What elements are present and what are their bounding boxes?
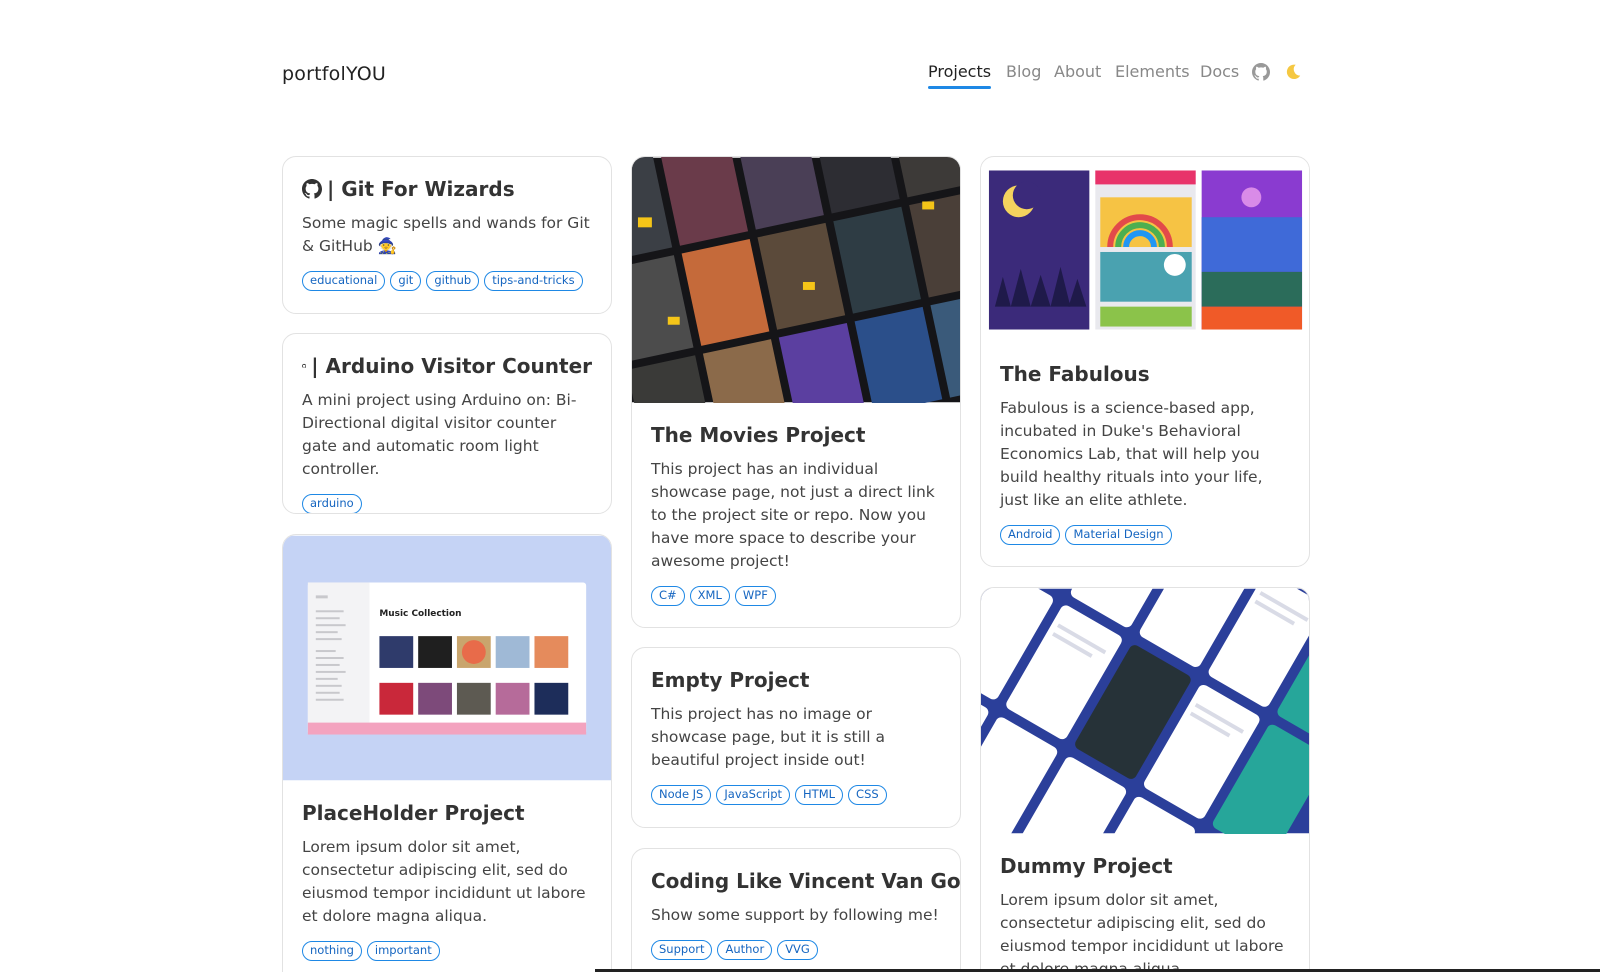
mobile-app-screens-collage — [981, 588, 1309, 834]
tag[interactable]: git — [390, 271, 422, 291]
tag[interactable]: Author — [717, 940, 773, 960]
card-description: Show some support by following me! — [651, 906, 939, 924]
project-card-dummy-project[interactable]: Dummy Project Lorem ipsum dolor sit amet… — [980, 587, 1310, 972]
tag[interactable]: CSS — [848, 785, 887, 805]
fabulous-app-screens — [981, 157, 1309, 342]
card-body: Dummy Project Lorem ipsum dolor sit amet… — [981, 834, 1309, 972]
card-description: This project has an individual showcase … — [651, 460, 935, 570]
tag[interactable]: educational — [302, 271, 386, 291]
tag-list: C# XML WPF — [651, 586, 941, 606]
card-title[interactable]: Coding Like Vincent Van Gogh — [651, 868, 960, 894]
tag-list: nothing important — [302, 941, 592, 961]
brand-logo[interactable]: portfolYOU — [282, 63, 386, 85]
tag[interactable]: Material Design — [1065, 525, 1172, 545]
github-icon — [302, 179, 322, 199]
github-icon — [302, 363, 307, 369]
nav-docs[interactable]: Docs — [1200, 61, 1239, 85]
tag[interactable]: nothing — [302, 941, 362, 961]
tag[interactable]: tips-and-tricks — [484, 271, 583, 291]
tag-list: Android Material Design — [1000, 525, 1290, 545]
project-card-empty-project[interactable]: Empty Project This project has no image … — [631, 647, 961, 828]
tag[interactable]: Node JS — [651, 785, 712, 805]
tag[interactable]: HTML — [795, 785, 844, 805]
navbar: portfolYOU Projects Blog About Elements … — [0, 0, 1600, 150]
tag[interactable]: WPF — [734, 586, 776, 606]
tag-list: arduino — [302, 494, 592, 513]
card-body: Coding Like Vincent Van Gogh Show some s… — [632, 849, 960, 960]
card-body: The Fabulous Fabulous is a science-based… — [981, 342, 1309, 545]
card-description: Lorem ipsum dolor sit amet, consectetur … — [1000, 891, 1284, 972]
card-description: This project has no image or showcase pa… — [651, 705, 885, 769]
card-body: The Movies Project This project has an i… — [632, 403, 960, 606]
nav-about[interactable]: About — [1054, 61, 1101, 85]
card-description: Some magic spells and wands for Git & Gi… — [302, 214, 590, 255]
nav-projects[interactable]: Projects — [928, 61, 992, 89]
tag[interactable]: JavaScript — [716, 785, 791, 805]
tag[interactable]: XML — [689, 586, 730, 606]
moon-icon[interactable] — [1284, 63, 1302, 81]
card-title-text: | Arduino Visitor Counter — [311, 354, 592, 378]
card-title-text: | Git For Wizards — [327, 177, 515, 201]
tag[interactable]: important — [366, 941, 440, 961]
nav-elements[interactable]: Elements — [1115, 61, 1190, 85]
card-title[interactable]: | Arduino Visitor Counter — [302, 353, 592, 379]
project-card-arduino-visitor-counter[interactable]: | Arduino Visitor Counter A mini project… — [282, 333, 612, 514]
card-description: Fabulous is a science-based app, incubat… — [1000, 399, 1263, 509]
music-collection-screenshot: Music Collection — [283, 535, 611, 781]
tag-list: educational git github tips-and-tricks — [302, 271, 592, 291]
project-card-movies-project[interactable]: The Movies Project This project has an i… — [631, 156, 961, 628]
movie-posters-collage — [632, 157, 960, 403]
card-body: Empty Project This project has no image … — [632, 648, 960, 805]
tag-list: Node JS JavaScript HTML CSS — [651, 785, 941, 805]
project-card-git-for-wizards[interactable]: | Git For Wizards Some magic spells and … — [282, 156, 612, 314]
tag[interactable]: Android — [1000, 525, 1061, 545]
card-title[interactable]: Empty Project — [651, 667, 941, 693]
card-body: | Arduino Visitor Counter A mini project… — [283, 334, 611, 513]
project-card-the-fabulous[interactable]: The Fabulous Fabulous is a science-based… — [980, 156, 1310, 567]
tag[interactable]: github — [426, 271, 480, 291]
card-body: PlaceHolder Project Lorem ipsum dolor si… — [283, 781, 611, 961]
project-card-coding-like-vincent-van-gogh[interactable]: Coding Like Vincent Van Gogh Show some s… — [631, 848, 961, 972]
card-title[interactable]: The Movies Project — [651, 422, 941, 448]
tag[interactable]: arduino — [302, 494, 362, 513]
card-title[interactable]: PlaceHolder Project — [302, 800, 592, 826]
tag[interactable]: VVG — [777, 940, 818, 960]
tag[interactable]: Support — [651, 940, 713, 960]
nav-blog[interactable]: Blog — [1006, 61, 1041, 85]
card-description: A mini project using Arduino on: Bi-Dire… — [302, 391, 577, 478]
music-collection-heading: Music Collection — [379, 609, 461, 619]
card-title[interactable]: The Fabulous — [1000, 361, 1290, 387]
card-body: | Git For Wizards Some magic spells and … — [283, 157, 611, 291]
project-card-placeholder-project[interactable]: Music Collection PlaceHolder Project Lor… — [282, 534, 612, 972]
tag[interactable]: C# — [651, 586, 685, 606]
tag-list: Support Author VVG — [651, 940, 941, 960]
github-icon[interactable] — [1252, 63, 1270, 81]
card-description: Lorem ipsum dolor sit amet, consectetur … — [302, 838, 586, 925]
card-title[interactable]: | Git For Wizards — [302, 176, 592, 202]
card-title[interactable]: Dummy Project — [1000, 853, 1290, 879]
